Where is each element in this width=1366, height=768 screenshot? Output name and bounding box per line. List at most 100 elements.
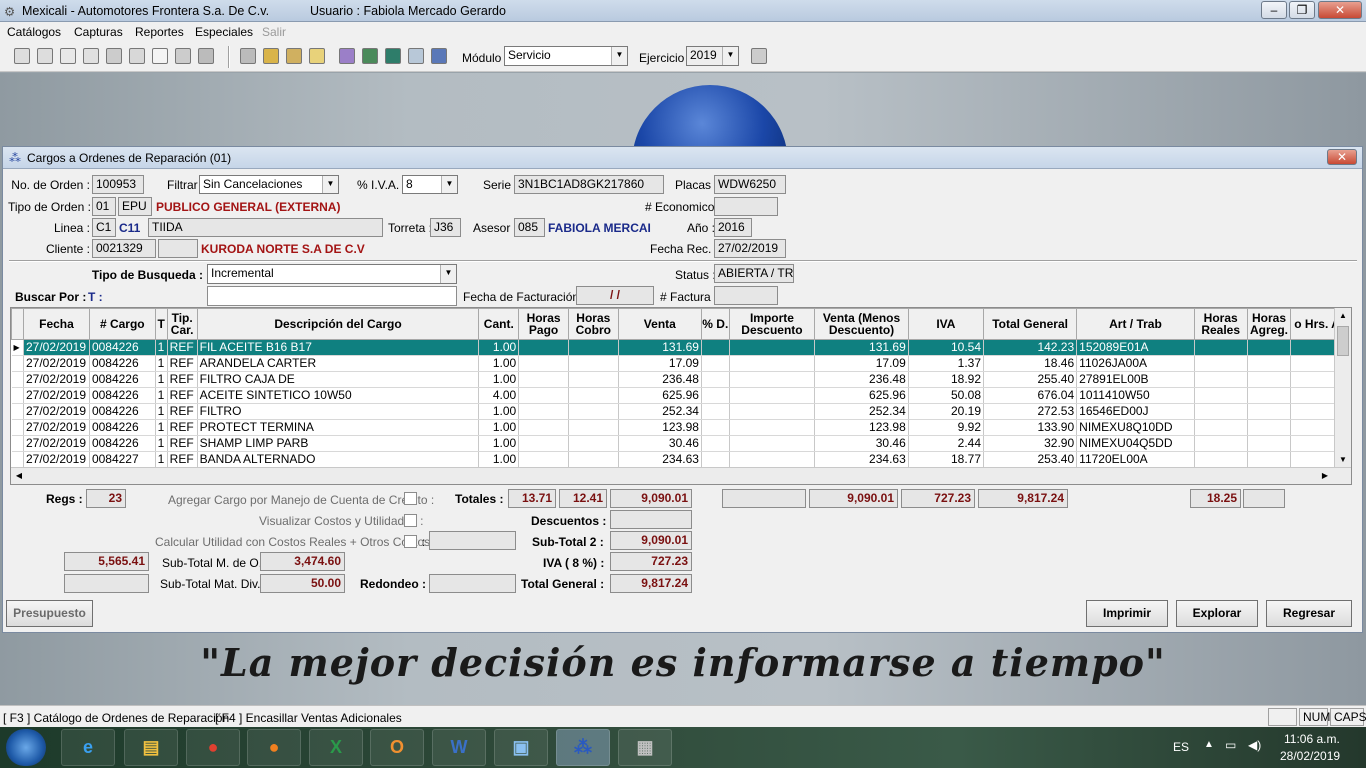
table-cell[interactable]: FIL ACEITE B16 B17 [197,339,480,356]
table-cell[interactable] [729,419,816,436]
toolbar-icon-9[interactable] [198,48,214,64]
minimize-button[interactable]: – [1261,1,1287,19]
column-header[interactable]: Horas Agreg. [1246,308,1292,340]
column-header[interactable]: % D. [700,308,730,340]
excel-icon[interactable]: X [309,729,363,766]
toolbar-icon-12[interactable] [286,48,302,64]
table-cell[interactable] [568,435,619,452]
table-cell[interactable]: 27/02/2019 [23,419,90,436]
table-cell[interactable] [701,435,730,452]
table-cell[interactable]: 253.40 [983,451,1078,468]
table-cell[interactable]: 1.00 [478,435,520,452]
table-cell[interactable] [729,435,816,452]
column-header[interactable]: Fecha [22,308,90,340]
table-cell[interactable] [701,371,730,388]
table-cell[interactable] [701,355,730,372]
table-cell[interactable]: 4.00 [478,387,520,404]
table-cell[interactable]: REF [167,451,198,468]
table-cell[interactable]: 1 [155,451,168,468]
table-cell[interactable]: 142.23 [983,339,1078,356]
scroll-right-icon[interactable]: ▶ [1317,468,1333,484]
table-cell[interactable] [1247,451,1292,468]
table-cell[interactable] [568,403,619,420]
toolbar-icon-7[interactable] [152,48,168,64]
network-icon[interactable]: ▭ [1225,738,1236,752]
grid-horizontal-scrollbar[interactable]: ◀ ▶ [11,467,1351,484]
column-header[interactable]: T [154,308,168,340]
table-cell[interactable]: ACEITE SINTETICO 10W50 [197,387,480,404]
toolbar-icon-11[interactable] [263,48,279,64]
table-cell[interactable] [1247,435,1292,452]
table-cell[interactable] [518,387,569,404]
table-cell[interactable] [1194,371,1248,388]
table-cell[interactable]: 234.63 [814,451,909,468]
dialog-close-button[interactable]: ✕ [1327,149,1357,165]
table-cell[interactable]: 17.09 [814,355,909,372]
table-cell[interactable]: 252.34 [814,403,909,420]
column-header[interactable]: IVA [907,308,985,340]
table-cell[interactable] [701,387,730,404]
table-cell[interactable]: REF [167,419,198,436]
tipo-busqueda-select[interactable]: Incremental ▼ [207,264,457,284]
table-cell[interactable]: 1011410W50 [1076,387,1195,404]
buscar-input[interactable] [207,286,457,306]
column-header[interactable]: Total General [983,308,1078,340]
table-cell[interactable] [1194,451,1248,468]
table-cell[interactable]: 1.00 [478,355,520,372]
toolbar-icon-17[interactable] [408,48,424,64]
toolbar-icon-6[interactable] [129,48,145,64]
table-cell[interactable] [518,419,569,436]
table-cell[interactable] [568,419,619,436]
table-cell[interactable]: 0084226 [89,419,156,436]
toolbar-icon-8[interactable] [175,48,191,64]
table-cell[interactable]: 0084226 [89,435,156,452]
column-header[interactable]: Tip. Car. [166,308,198,340]
table-cell[interactable]: 152089E01A [1076,339,1195,356]
table-row[interactable]: 27/02/2019 0084226 1 REF SHAMP LIMP PARB 1.00… [11,435,1351,452]
table-cell[interactable]: 27/02/2019 [23,355,90,372]
table-cell[interactable]: REF [167,387,198,404]
table-cell[interactable]: NIMEXU8Q10DD [1076,419,1195,436]
toolbar-icon-3[interactable] [60,48,76,64]
table-cell[interactable]: 234.63 [618,451,702,468]
table-cell[interactable]: 625.96 [814,387,909,404]
table-cell[interactable]: NIMEXU04Q5DD [1076,435,1195,452]
toolbar-icon-18[interactable] [431,48,447,64]
photos-icon[interactable]: ▣ [494,729,548,766]
toolbar-icon-5[interactable] [106,48,122,64]
toolbar-icon-2[interactable] [37,48,53,64]
table-cell[interactable] [729,339,816,356]
table-cell[interactable]: REF [167,339,198,356]
table-cell[interactable]: ARANDELA CARTER [197,355,480,372]
language-indicator[interactable]: ES [1173,740,1189,754]
table-row[interactable]: 27/02/2019 0084227 1 REF BANDA ALTERNADO 1.00… [11,451,1351,468]
table-row[interactable]: 27/02/2019 0084226 1 REF ACEITE SINTETICO 10… [11,387,1351,404]
table-cell[interactable] [1194,435,1248,452]
table-cell[interactable] [568,387,619,404]
table-cell[interactable] [729,387,816,404]
word-icon[interactable]: W [432,729,486,766]
table-cell[interactable]: 676.04 [983,387,1078,404]
table-cell[interactable]: 1.37 [908,355,985,372]
imprimir-button[interactable]: Imprimir [1086,600,1168,627]
table-cell[interactable] [518,339,569,356]
table-cell[interactable]: 27/02/2019 [23,451,90,468]
firefox-icon[interactable]: ● [247,729,301,766]
table-cell[interactable]: 16546ED00J [1076,403,1195,420]
agregar-checkbox[interactable] [404,492,417,505]
explorer-icon[interactable]: ▤ [124,729,178,766]
table-cell[interactable]: FILTRO CAJA DE [197,371,480,388]
exit-icon[interactable] [751,48,767,64]
menu-catalogos[interactable]: Catálogos [7,25,61,39]
table-cell[interactable]: SHAMP LIMP PARB [197,435,480,452]
menu-salir[interactable]: Salir [262,25,286,39]
table-cell[interactable]: 1.00 [478,339,520,356]
table-cell[interactable]: 10.54 [908,339,985,356]
modulo-select[interactable]: Servicio ▼ [504,46,628,66]
visualizar-checkbox[interactable] [404,514,417,527]
regresar-button[interactable]: Regresar [1266,600,1352,627]
table-cell[interactable]: 1 [155,387,168,404]
table-row[interactable]: 27/02/2019 0084226 1 REF ARANDELA CARTER 1.00… [11,355,1351,372]
table-cell[interactable] [518,403,569,420]
column-header[interactable]: Importe Descuento [728,308,816,340]
